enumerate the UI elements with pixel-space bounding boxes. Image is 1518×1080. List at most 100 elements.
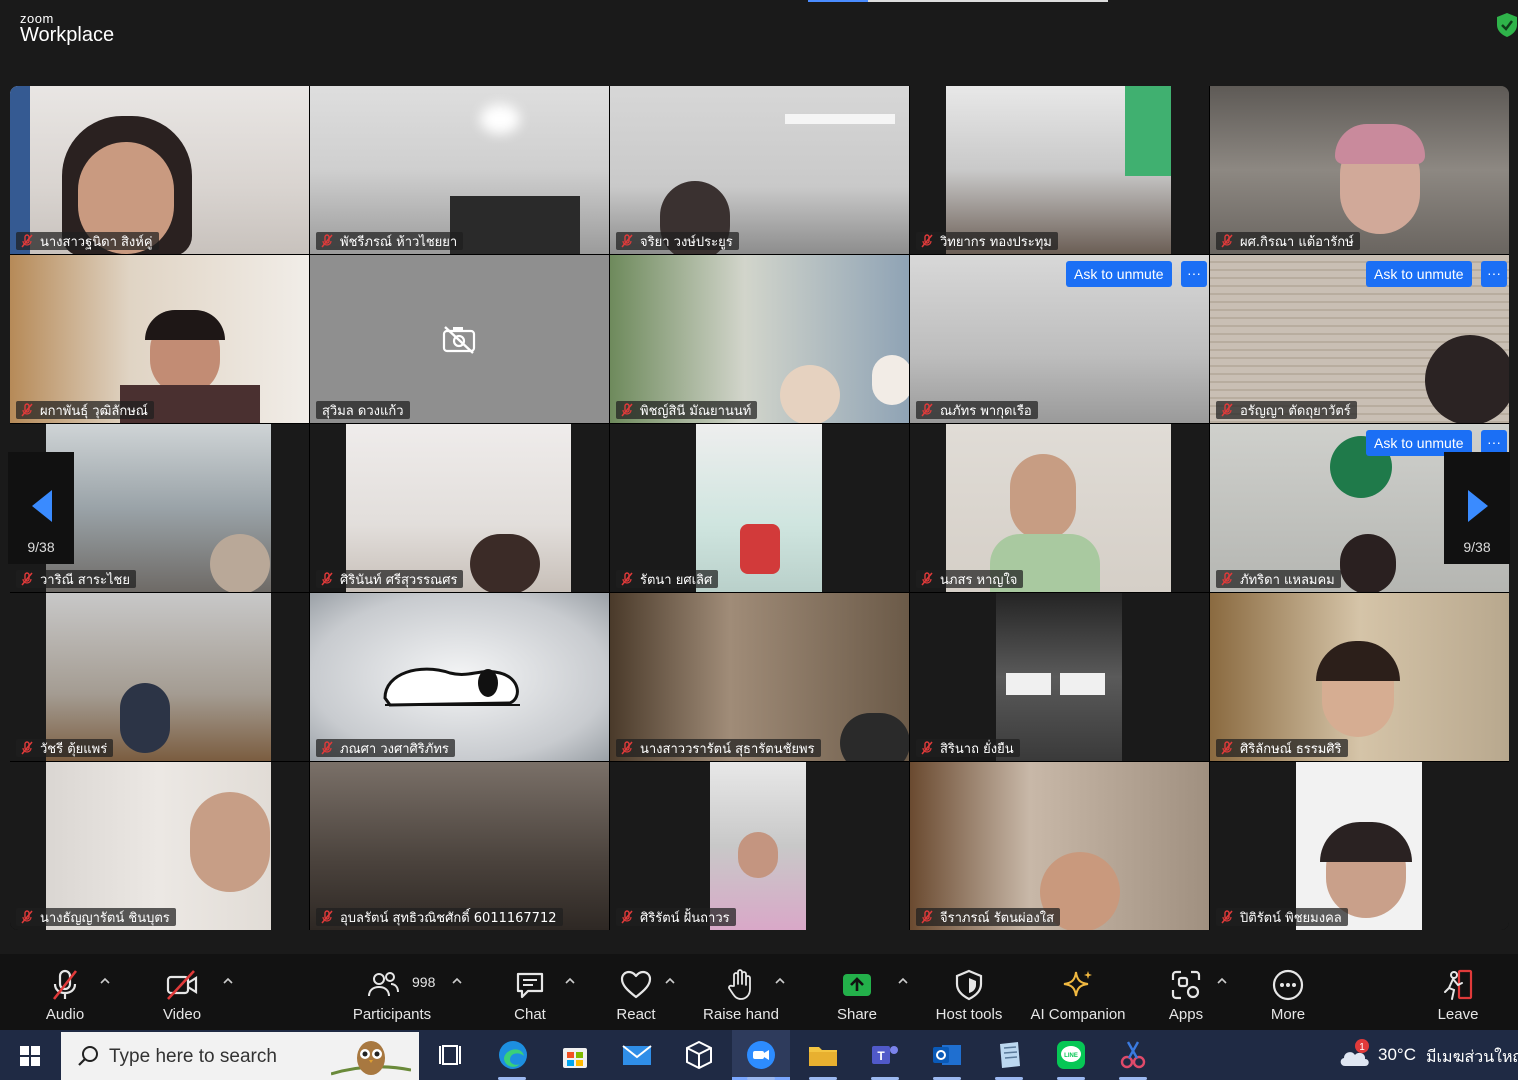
- participant-namebar: วัชรี ตุ้ยแพร่: [16, 739, 114, 757]
- participant-namebar: ผกาพันธุ์ วุฒิลักษณ์: [16, 401, 154, 419]
- participant-name: วาริณี สาระไชย: [40, 572, 130, 588]
- apps-button[interactable]: Apps: [1160, 964, 1212, 1026]
- chat-button[interactable]: Chat: [500, 964, 560, 1026]
- participant-tile[interactable]: ศิริลักษณ์ ธรรมศิริ: [1210, 593, 1509, 761]
- raise-hand-button[interactable]: Raise hand: [700, 964, 782, 1026]
- participant-name: นภสร หาญใจ: [940, 572, 1018, 588]
- participant-tile[interactable]: รัตนา ยศเลิศ: [610, 424, 909, 592]
- participant-name: ภัทริดา แหลมคม: [1240, 572, 1335, 588]
- participant-tile[interactable]: นางสาวฐนิดา สิงห์คู่: [10, 86, 309, 254]
- edge-browser-icon[interactable]: [496, 1038, 530, 1072]
- participant-name: ศิริลักษณ์ ธรรมศิริ: [1240, 741, 1342, 757]
- teams-icon[interactable]: T: [868, 1038, 902, 1072]
- participant-name: จีราภรณ์ รัตนผ่องใส: [940, 910, 1055, 926]
- participant-tile[interactable]: ผศ.กิรณา แต้อารักษ์: [1210, 86, 1509, 254]
- participant-name: ศิริรัตน์ ฝั้นถาวร: [640, 910, 730, 926]
- participant-tile[interactable]: สิรินาถ ยั่งยืน: [910, 593, 1209, 761]
- ask-to-unmute-button[interactable]: Ask to unmute: [1066, 261, 1172, 287]
- svg-text:T: T: [877, 1049, 885, 1063]
- notepad-icon[interactable]: [992, 1038, 1026, 1072]
- video-button[interactable]: Video: [146, 964, 218, 1026]
- participant-namebar: วาริณี สาระไชย: [16, 570, 136, 588]
- participant-tile[interactable]: พิชญ์สินี มัณยานนท์: [610, 255, 909, 423]
- ai-companion-button[interactable]: AI Companion: [1026, 964, 1130, 1026]
- participant-name: อุบลรัตน์ สุทธิวณิชศักดิ์ 6011167712: [340, 910, 557, 926]
- react-caret-icon[interactable]: [664, 976, 676, 986]
- raise-hand-caret-icon[interactable]: [774, 976, 786, 986]
- host-tools-button[interactable]: Host tools: [930, 964, 1008, 1026]
- participants-caret-icon[interactable]: [451, 976, 463, 986]
- task-view-icon[interactable]: [434, 1038, 468, 1072]
- participant-tile[interactable]: นางสาววรารัตน์ สุธารัตนชัยพร: [610, 593, 909, 761]
- participant-tile[interactable]: นภสร หาญใจ: [910, 424, 1209, 592]
- participant-tile[interactable]: ศิริรัตน์ ฝั้นถาวร: [610, 762, 909, 930]
- audio-button[interactable]: Audio: [30, 964, 100, 1026]
- participant-namebar: ศิรินันท์ ศรีสุวรรณศร: [316, 570, 464, 588]
- next-page-button[interactable]: 9/38: [1444, 452, 1510, 564]
- participant-namebar: สุวิมล ดวงแก้ว: [316, 401, 410, 419]
- participant-tile[interactable]: จีราภรณ์ รัตนผ่องใส: [910, 762, 1209, 930]
- share-button[interactable]: Share: [826, 964, 888, 1026]
- microsoft-store-icon[interactable]: [558, 1038, 592, 1072]
- participant-name: ณภัทร พากุดเรือ: [940, 403, 1032, 419]
- chat-caret-icon[interactable]: [564, 976, 576, 986]
- leave-button[interactable]: Leave: [1428, 964, 1488, 1026]
- taskbar-search[interactable]: Type here to search: [61, 1032, 419, 1080]
- participant-tile[interactable]: ผกาพันธุ์ วุฒิลักษณ์: [10, 255, 309, 423]
- more-button[interactable]: More: [1260, 964, 1316, 1026]
- weather-cloud-icon[interactable]: 1: [1338, 1038, 1374, 1072]
- react-button[interactable]: React: [606, 964, 666, 1026]
- participant-namebar: ศิริลักษณ์ ธรรมศิริ: [1216, 739, 1348, 757]
- zoom-window: zoom Workplace นางสาวฐนิดา สิงห์คู่ พัชร…: [0, 0, 1518, 1080]
- search-placeholder: Type here to search: [109, 1046, 277, 1067]
- security-shield-icon[interactable]: [1496, 12, 1518, 38]
- ask-to-unmute-button[interactable]: Ask to unmute: [1366, 261, 1472, 287]
- more-options-button[interactable]: ···: [1181, 261, 1207, 287]
- mail-icon[interactable]: [620, 1038, 654, 1072]
- participant-tile[interactable]: อุบลรัตน์ สุทธิวณิชศักดิ์ 6011167712: [310, 762, 609, 930]
- participant-name: นางสาววรารัตน์ สุธารัตนชัยพร: [640, 741, 815, 757]
- participant-tile[interactable]: วิทยากร ทองประทุม: [910, 86, 1209, 254]
- participant-name: ผศ.กิรณา แต้อารักษ์: [1240, 234, 1354, 250]
- zoom-app-icon[interactable]: [744, 1038, 778, 1072]
- line-app-icon[interactable]: LINE: [1054, 1038, 1088, 1072]
- participant-tile[interactable]: ปิติรัตน์ พิชยมงคล: [1210, 762, 1509, 930]
- participant-namebar: นภสร หาญใจ: [916, 570, 1024, 588]
- participant-tile[interactable]: Ask to unmute ··· ณภัทร พากุดเรือ: [910, 255, 1209, 423]
- cube-app-icon[interactable]: [682, 1038, 716, 1072]
- participant-name: พัชรีภรณ์ ห้าวไชยยา: [340, 234, 458, 250]
- more-options-button[interactable]: ···: [1481, 261, 1507, 287]
- apps-caret-icon[interactable]: [1216, 976, 1228, 986]
- more-dots-icon: [1272, 969, 1304, 1001]
- video-caret-icon[interactable]: [222, 976, 234, 986]
- chevron-right-icon: [1468, 490, 1488, 522]
- participant-tile[interactable]: ภณศา วงศาศิริภัทร: [310, 593, 609, 761]
- mic-muted-icon: [321, 910, 333, 924]
- participant-tile[interactable]: นางธัญญารัตน์ ชินบุตร: [10, 762, 309, 930]
- participant-tile[interactable]: Ask to unmute ··· อรัญญา ตัดถุยาวัตร์: [1210, 255, 1509, 423]
- participant-tile[interactable]: ศิรินันท์ ศรีสุวรรณศร: [310, 424, 609, 592]
- title-bar: zoom Workplace: [0, 0, 1518, 56]
- share-caret-icon[interactable]: [897, 976, 909, 986]
- top-indicator: [808, 0, 1108, 2]
- participant-tile[interactable]: จริยา วงษ์ประยูร: [610, 86, 909, 254]
- mic-muted-icon: [1221, 910, 1233, 924]
- participant-namebar: ณภัทร พากุดเรือ: [916, 401, 1038, 419]
- participant-tile[interactable]: พัชรีภรณ์ ห้าวไชยยา: [310, 86, 609, 254]
- snoopy-image: [383, 667, 520, 707]
- participant-name: ผกาพันธุ์ วุฒิลักษณ์: [40, 403, 148, 419]
- prev-page-button[interactable]: 9/38: [8, 452, 74, 564]
- outlook-icon[interactable]: [930, 1038, 964, 1072]
- participant-tile[interactable]: วัชรี ตุ้ยแพร่: [10, 593, 309, 761]
- participant-name: สุวิมล ดวงแก้ว: [322, 403, 404, 419]
- camera-off-icon: [442, 326, 476, 354]
- mic-muted-icon: [1221, 741, 1233, 755]
- video-grid: นางสาวฐนิดา สิงห์คู่ พัชรีภรณ์ ห้าวไชยยา…: [10, 86, 1509, 930]
- participant-namebar: พิชญ์สินี มัณยานนท์: [616, 401, 758, 419]
- audio-caret-icon[interactable]: [99, 976, 111, 986]
- meeting-toolbar: Audio Video Participants 998 Chat React …: [0, 954, 1518, 1030]
- file-explorer-icon[interactable]: [806, 1038, 840, 1072]
- participant-tile[interactable]: สุวิมล ดวงแก้ว: [310, 255, 609, 423]
- windows-start-icon[interactable]: [20, 1046, 40, 1066]
- snipping-tool-icon[interactable]: [1116, 1038, 1150, 1072]
